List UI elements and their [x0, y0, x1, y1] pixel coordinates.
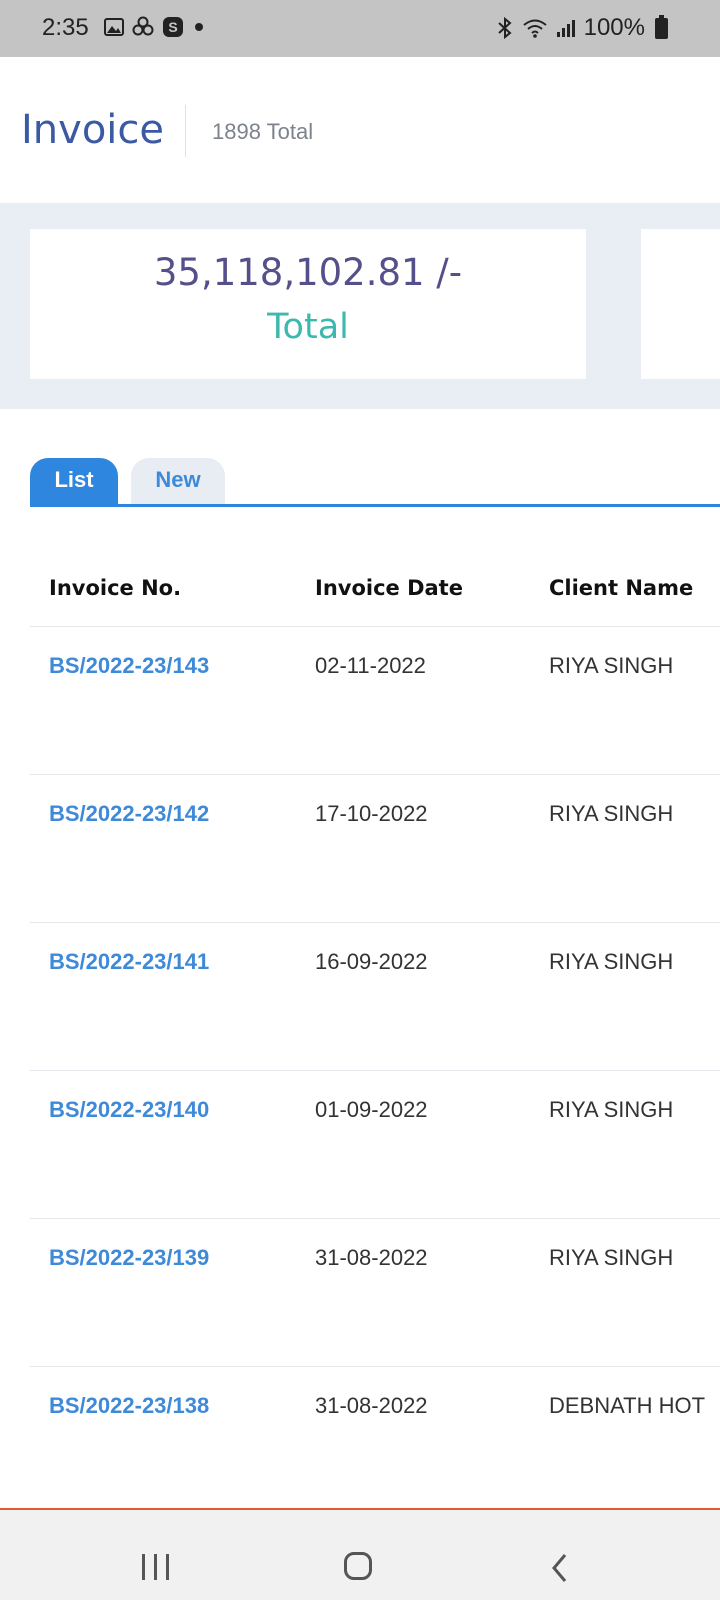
summary-card-2[interactable] [641, 229, 720, 379]
svg-text:S: S [168, 19, 177, 35]
recent-apps-icon[interactable] [142, 1554, 169, 1580]
page-title: Invoice [21, 107, 165, 153]
page-header: Invoice 1898 Total [0, 57, 720, 203]
table-header: Invoice No. Invoice Date Client Name [30, 548, 720, 627]
column-invoice-no[interactable]: Invoice No. [49, 576, 181, 600]
invoice-number-link[interactable]: BS/2022-23/143 [49, 653, 209, 679]
invoice-date: 17-10-2022 [315, 801, 428, 826]
total-amount-card[interactable]: 35,118,102.81 /- Total [30, 229, 586, 379]
tab-list[interactable]: List [30, 458, 118, 504]
invoice-date: 02-11-2022 [315, 653, 426, 678]
client-name: DEBNATH HOT [549, 1393, 706, 1418]
signal-icon [556, 20, 575, 37]
total-count: 1898 Total [212, 119, 314, 144]
home-icon[interactable] [344, 1552, 372, 1580]
client-name: RIYA SINGH [549, 949, 674, 974]
total-label: Total [267, 307, 349, 347]
back-icon[interactable] [550, 1553, 570, 1583]
client-name: RIYA SINGH [549, 1097, 674, 1122]
dot-icon [195, 23, 203, 31]
system-nav-bar [0, 1510, 720, 1600]
invoice-date: 16-09-2022 [315, 949, 428, 974]
invoice-date: 31-08-2022 [315, 1393, 428, 1418]
invoice-number-link[interactable]: BS/2022-23/141 [49, 949, 209, 975]
battery-icon [655, 14, 668, 39]
header-divider [185, 105, 186, 157]
battery-percent: 100% [583, 14, 645, 41]
invoice-date: 01-09-2022 [315, 1097, 428, 1122]
client-name: RIYA SINGH [549, 653, 674, 678]
summary-band: 35,118,102.81 /- Total [0, 203, 720, 409]
bluetooth-icon [497, 16, 512, 40]
status-time: 2:35 [42, 14, 89, 41]
table-row[interactable]: BS/2022-23/138 31-08-2022 DEBNATH HOT [30, 1367, 720, 1514]
column-invoice-date[interactable]: Invoice Date [315, 576, 463, 600]
column-client-name[interactable]: Client Name [549, 576, 693, 600]
invoice-number-link[interactable]: BS/2022-23/142 [49, 801, 209, 827]
invoice-date: 31-08-2022 [315, 1245, 428, 1270]
tab-bar: List New [30, 458, 720, 507]
s-app-icon: S [163, 17, 183, 37]
client-name: RIYA SINGH [549, 1245, 674, 1270]
tab-new[interactable]: New [131, 458, 225, 504]
table-row[interactable]: BS/2022-23/143 02-11-2022 RIYA SINGH [30, 627, 720, 775]
wifi-icon [522, 19, 547, 38]
table-row[interactable]: BS/2022-23/141 16-09-2022 RIYA SINGH [30, 923, 720, 1071]
invoice-number-link[interactable]: BS/2022-23/139 [49, 1245, 209, 1271]
invoice-number-link[interactable]: BS/2022-23/140 [49, 1097, 209, 1123]
gallery-icon [104, 18, 124, 36]
total-amount: 35,118,102.81 /- [153, 251, 463, 294]
invoice-table: Invoice No. Invoice Date Client Name BS/… [30, 548, 720, 1514]
status-bar: 2:35 S 100% [0, 0, 720, 57]
table-row[interactable]: BS/2022-23/140 01-09-2022 RIYA SINGH [30, 1071, 720, 1219]
client-name: RIYA SINGH [549, 801, 674, 826]
invoice-number-link[interactable]: BS/2022-23/138 [49, 1393, 209, 1419]
table-row[interactable]: BS/2022-23/139 31-08-2022 RIYA SINGH [30, 1219, 720, 1367]
pinwheel-icon [132, 16, 154, 36]
table-row[interactable]: BS/2022-23/142 17-10-2022 RIYA SINGH [30, 775, 720, 923]
